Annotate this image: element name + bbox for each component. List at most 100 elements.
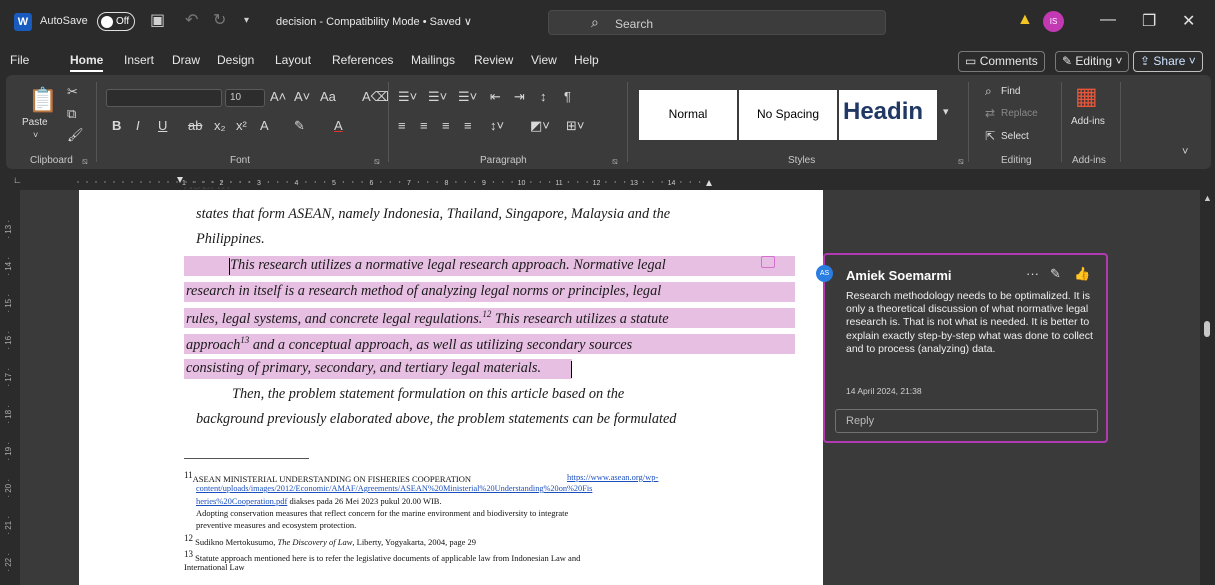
text-line[interactable]: background previously elaborated above, … — [196, 411, 676, 428]
redo-icon[interactable]: ↻ — [213, 10, 226, 30]
text-effects-icon[interactable]: A — [260, 118, 269, 133]
highlighted-text-line[interactable]: This research utilizes a normative legal… — [230, 257, 666, 274]
find-icon[interactable]: ⌕ — [985, 84, 992, 99]
justify-icon[interactable]: ≡ — [464, 118, 472, 133]
scroll-up-icon[interactable]: ▲ — [1203, 193, 1212, 203]
highlighted-text-line[interactable]: approach13 and a conceptual approach, as… — [186, 335, 632, 354]
tab-references[interactable]: References — [332, 53, 393, 67]
clear-formatting-icon[interactable]: A⌫ — [362, 89, 389, 105]
footnote-link[interactable]: content/uploads/images/2012/Economic/AMA… — [196, 484, 592, 493]
tab-insert[interactable]: Insert — [124, 53, 154, 67]
highlighted-text-line[interactable]: consisting of primary, secondary, and te… — [186, 360, 541, 377]
font-color-icon[interactable]: A — [334, 118, 343, 133]
styles-launcher-icon[interactable]: ⧅ — [958, 156, 964, 167]
style-normal[interactable]: Normal — [639, 90, 737, 140]
paste-dropdown-icon[interactable]: ˅ — [33, 130, 38, 140]
highlighted-text-line[interactable]: rules, legal systems, and concrete legal… — [186, 309, 669, 328]
italic-icon[interactable]: I — [136, 118, 140, 133]
right-indent-marker[interactable] — [706, 180, 712, 186]
close-icon[interactable]: ✕ — [1182, 11, 1195, 31]
footnote-line[interactable]: Adopting conservation measures that refl… — [196, 508, 568, 518]
copy-icon[interactable]: ⧉ — [67, 106, 76, 122]
sort-icon[interactable]: ↕ — [540, 89, 547, 104]
align-right-icon[interactable]: ≡ — [442, 118, 450, 133]
paste-icon[interactable]: 📋 — [28, 86, 58, 115]
comment-marker-icon[interactable] — [761, 256, 775, 268]
footnote-link[interactable]: heries%20Cooperation.pdf — [196, 496, 287, 506]
autosave-toggle[interactable]: Off — [97, 12, 135, 31]
footnote-13[interactable]: 13 Statute approach mentioned here is to… — [184, 549, 580, 563]
text-line[interactable]: Then, the problem statement formulation … — [232, 386, 624, 403]
scroll-thumb[interactable] — [1204, 321, 1210, 337]
restore-icon[interactable]: ❐ — [1142, 11, 1156, 31]
align-center-icon[interactable]: ≡ — [420, 118, 428, 133]
tab-view[interactable]: View — [531, 53, 557, 67]
tab-help[interactable]: Help — [574, 53, 599, 67]
edit-comment-icon[interactable]: ✎ — [1050, 266, 1061, 282]
warning-icon[interactable]: ▲ — [1017, 11, 1033, 29]
replace-icon[interactable]: ⇄ — [985, 106, 995, 120]
footnote-line[interactable]: heries%20Cooperation.pdf diakses pada 26… — [196, 496, 442, 506]
tab-design[interactable]: Design — [217, 53, 254, 67]
footnote-link[interactable]: https://www.asean.org/wp- — [567, 472, 658, 482]
increase-indent-icon[interactable]: ⇥ — [514, 89, 525, 105]
decrease-indent-icon[interactable]: ⇤ — [490, 89, 501, 105]
font-name-dropdown[interactable] — [106, 89, 222, 107]
underline-icon[interactable]: U — [158, 118, 167, 133]
tab-layout[interactable]: Layout — [275, 53, 311, 67]
minimize-icon[interactable]: — — [1100, 11, 1116, 29]
numbering-icon[interactable]: ☰˅ — [428, 89, 447, 105]
multilevel-list-icon[interactable]: ☰˅ — [458, 89, 477, 105]
shrink-font-icon[interactable]: A˅ — [294, 89, 310, 104]
collapse-ribbon-icon[interactable]: ˅ — [1182, 146, 1188, 158]
footnote-11[interactable]: 11ASEAN MINISTERIAL UNDERSTANDING ON FIS… — [184, 470, 471, 484]
reply-input[interactable]: Reply — [835, 409, 1098, 433]
editing-mode-button[interactable]: ✎ Editing ˅ — [1055, 51, 1130, 72]
footnote-line[interactable]: International Law — [184, 562, 245, 572]
style-heading[interactable]: Headin — [839, 90, 937, 140]
text-line[interactable]: states that form ASEAN, namely Indonesia… — [196, 206, 670, 223]
tab-file[interactable]: File — [10, 53, 29, 67]
footnote-12[interactable]: 12 Sudikno Mertokusumo, The Discovery of… — [184, 533, 476, 547]
align-left-icon[interactable]: ≡ — [398, 118, 406, 133]
vertical-scrollbar[interactable]: ▲ — [1200, 190, 1215, 585]
addins-label[interactable]: Add-ins — [1071, 116, 1105, 127]
tab-mailings[interactable]: Mailings — [411, 53, 455, 67]
select-label[interactable]: Select — [1001, 131, 1029, 142]
footnote-ref-12[interactable]: 12 — [482, 309, 491, 319]
shading-icon[interactable]: ◩˅ — [530, 118, 550, 134]
bold-icon[interactable]: B — [112, 118, 121, 133]
show-marks-icon[interactable]: ¶ — [564, 89, 571, 104]
footnote-ref-13[interactable]: 13 — [240, 335, 249, 345]
user-avatar[interactable]: IS — [1043, 11, 1064, 32]
like-icon[interactable]: 👍 — [1074, 266, 1090, 282]
addins-icon[interactable]: ▦ — [1075, 82, 1098, 111]
find-label[interactable]: Find — [1001, 86, 1020, 97]
comments-button[interactable]: ▭ Comments — [958, 51, 1045, 72]
tab-home[interactable]: Home — [70, 53, 104, 72]
undo-icon[interactable]: ↶ — [185, 10, 198, 30]
tab-selector-icon[interactable]: ∟ — [13, 175, 22, 185]
style-no-spacing[interactable]: No Spacing — [739, 90, 837, 140]
format-painter-icon[interactable]: 🖌 — [67, 127, 84, 143]
grow-font-icon[interactable]: A˄ — [270, 89, 286, 104]
select-icon[interactable]: ⇱ — [985, 129, 995, 143]
font-size-dropdown[interactable]: 10 — [225, 89, 265, 107]
tab-review[interactable]: Review — [474, 53, 513, 67]
search-box[interactable]: ⌕ Search — [548, 10, 886, 35]
bullets-icon[interactable]: ☰˅ — [398, 89, 417, 105]
tab-draw[interactable]: Draw — [172, 53, 200, 67]
vertical-ruler[interactable]: · 13 · · 14 · · 15 · · 16 · · 17 · · 18 · · 19… — [0, 190, 20, 585]
paste-label[interactable]: Paste — [22, 117, 48, 128]
paragraph-launcher-icon[interactable]: ⧅ — [612, 156, 618, 167]
cut-icon[interactable]: ✂ — [67, 84, 78, 100]
highlighted-text-line[interactable]: research in itself is a research method … — [186, 283, 661, 300]
clipboard-launcher-icon[interactable]: ⧅ — [82, 156, 88, 167]
subscript-icon[interactable]: x₂ — [214, 118, 226, 133]
change-case-icon[interactable]: Aa — [320, 89, 336, 104]
more-options-icon[interactable]: ··· — [1026, 266, 1039, 281]
text-line[interactable]: Philippines. — [196, 231, 265, 248]
font-launcher-icon[interactable]: ⧅ — [374, 156, 380, 167]
styles-more-icon[interactable]: ▾ — [943, 105, 949, 118]
customize-qat-icon[interactable]: ▾ — [244, 15, 249, 26]
